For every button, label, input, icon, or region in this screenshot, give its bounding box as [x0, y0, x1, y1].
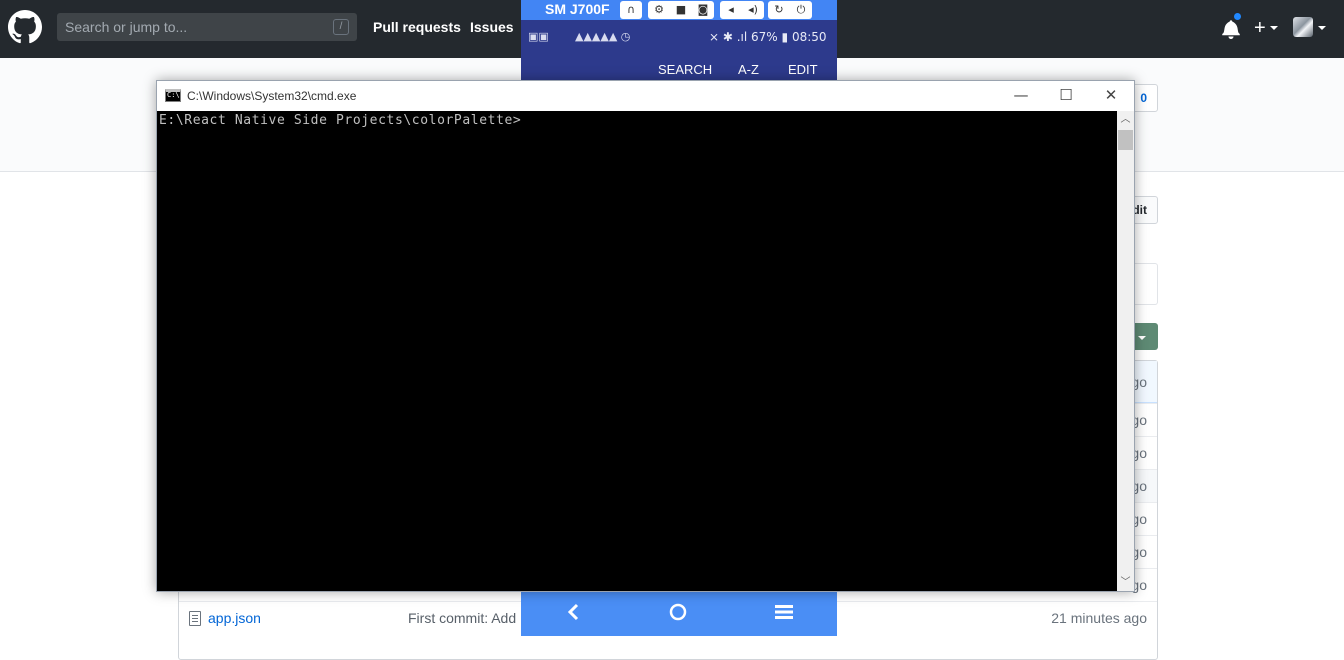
power-toolbar: ↻ ⏻ [768, 1, 812, 19]
status-indicators: ⨯ ✱ .ıl 67% ▮ 08:50 [709, 30, 827, 44]
back-icon[interactable] [566, 603, 580, 621]
scroll-thumb[interactable] [1118, 130, 1133, 150]
clone-caret-icon [1138, 336, 1146, 340]
phone-titlebar: SM J700F ∩ ⚙ ■ ◙ ◂ ◂) ↻ ⏻ [521, 0, 837, 20]
headset-button[interactable]: ∩ [620, 1, 642, 19]
close-button[interactable]: ✕ [1088, 81, 1134, 110]
power-icon[interactable]: ⏻ [791, 2, 811, 18]
cmd-app-icon[interactable]: C:\ [165, 89, 181, 102]
home-icon[interactable] [669, 603, 687, 621]
phone-status-bar: ▣▣ ▲▲▲▲▲ ◷ ⨯ ✱ .ıl 67% ▮ 08:50 [521, 20, 837, 56]
avatar-caret-icon[interactable] [1318, 26, 1326, 30]
file-name-link[interactable]: app.json [208, 610, 261, 626]
nav-issues[interactable]: Issues [470, 19, 514, 35]
file-icon [189, 611, 201, 626]
scroll-down-icon[interactable]: ﹀ [1117, 574, 1134, 591]
unread-indicator [1233, 12, 1242, 21]
settings-icon[interactable]: ⚙ [649, 2, 669, 18]
phone-app-bar: SEARCH A-Z EDIT [521, 56, 837, 82]
user-avatar[interactable] [1293, 17, 1313, 37]
search-shortcut-key: / [333, 19, 349, 35]
volume-toolbar: ◂ ◂) [720, 1, 764, 19]
capture-toolbar: ⚙ ■ ◙ [648, 1, 714, 19]
command-prompt: E:\React Native Side Projects\colorPalet… [159, 113, 522, 128]
notification-icons: ▣▣ [528, 30, 549, 43]
github-logo-icon[interactable] [8, 10, 42, 44]
warning-icons: ▲▲▲▲▲ ◷ [575, 30, 631, 43]
video-icon[interactable]: ■ [671, 2, 691, 18]
cmd-window: C:\ C:\Windows\System32\cmd.exe — ☐ ✕ E:… [156, 80, 1135, 592]
notification-bell-icon[interactable] [1222, 19, 1240, 39]
appbar-edit-button[interactable]: EDIT [788, 62, 818, 77]
create-new-icon[interactable]: + [1254, 16, 1266, 40]
commit-message-link[interactable]: First commit: Add [408, 610, 516, 626]
create-caret-icon[interactable] [1270, 26, 1278, 30]
rotate-icon[interactable]: ↻ [769, 2, 789, 18]
search-placeholder: Search or jump to... [65, 19, 188, 35]
appbar-search-button[interactable]: SEARCH [658, 62, 712, 77]
phone-nav-bar [521, 592, 837, 636]
nav-pull-requests[interactable]: Pull requests [373, 19, 461, 35]
console-area[interactable]: E:\React Native Side Projects\colorPalet… [157, 111, 1117, 591]
scroll-up-icon[interactable]: ︿ [1117, 111, 1134, 128]
headset-icon: ∩ [626, 3, 636, 16]
camera-icon[interactable]: ◙ [693, 2, 713, 18]
cmd-titlebar[interactable]: C:\ C:\Windows\System32\cmd.exe — ☐ ✕ [157, 81, 1134, 111]
window-title: C:\Windows\System32\cmd.exe [187, 89, 357, 103]
volume-down-icon[interactable]: ◂ [721, 2, 741, 18]
maximize-button[interactable]: ☐ [1043, 81, 1089, 110]
row-time: 21 minutes ago [1051, 610, 1147, 626]
minimize-button[interactable]: — [998, 81, 1044, 110]
volume-up-icon[interactable]: ◂) [743, 2, 763, 18]
recents-icon[interactable] [775, 604, 793, 620]
vertical-scrollbar[interactable]: ︿ ﹀ [1117, 111, 1134, 591]
device-name: SM J700F [545, 1, 610, 17]
cmd-icon-text: C:\ [167, 91, 180, 99]
appbar-az-button[interactable]: A-Z [738, 62, 759, 77]
search-input[interactable]: Search or jump to... / [57, 13, 357, 41]
